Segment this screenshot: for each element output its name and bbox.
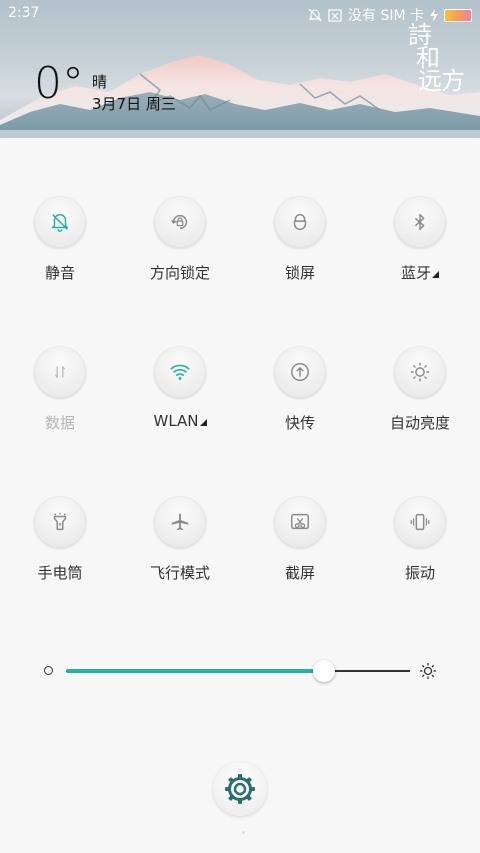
toggle-label-wrap: WLAN: [153, 412, 207, 430]
toggle-rotation-lock[interactable]: 方向锁定: [120, 196, 240, 306]
toggle-mobile-data[interactable]: 数据: [0, 346, 120, 456]
wifi-icon: [170, 364, 190, 380]
auto-brightness-icon: [410, 362, 430, 382]
toggle-bluetooth[interactable]: 蓝牙: [360, 196, 480, 306]
page-indicator: [242, 831, 245, 834]
settings-button[interactable]: [213, 762, 267, 816]
toggle-auto-brightness[interactable]: 自动亮度: [360, 346, 480, 456]
brightness-low-icon: [44, 666, 53, 675]
toggle-screenshot-button[interactable]: [274, 496, 326, 548]
toggle-quick-transfer[interactable]: 快传: [240, 346, 360, 456]
mobile-data-icon: [54, 366, 66, 378]
status-time: 2:37: [8, 5, 40, 21]
toggle-rotation-lock-button[interactable]: [154, 196, 206, 248]
lock-icon: [293, 214, 307, 230]
weather-date: 3月7日 周三: [92, 95, 176, 113]
weather-temperature[interactable]: 0°: [34, 62, 84, 106]
calligraphy-char: 方: [441, 67, 465, 95]
toggle-flashlight-button[interactable]: [34, 496, 86, 548]
toggle-label: 振动: [404, 564, 435, 582]
toggle-label: 蓝牙: [400, 264, 431, 282]
airplane-icon: [171, 513, 189, 531]
brightness-thumb[interactable]: [313, 660, 335, 682]
toggle-silent[interactable]: 静音: [0, 196, 120, 306]
toggle-airplane-mode-button[interactable]: [154, 496, 206, 548]
quick-transfer-icon: [291, 363, 309, 381]
toggle-bluetooth-button[interactable]: [394, 196, 446, 248]
vibrate-icon: [410, 513, 430, 531]
toggle-vibrate[interactable]: 振动: [360, 496, 480, 606]
toggle-auto-brightness-button[interactable]: [394, 346, 446, 398]
sim-x-icon: [328, 8, 342, 22]
toggle-silent-button[interactable]: [34, 196, 86, 248]
toggle-label: 自动亮度: [389, 414, 450, 432]
toggle-wlan[interactable]: WLAN: [120, 346, 240, 456]
status-icons: 没有 SIM 卡: [308, 5, 472, 25]
notification-header: 2:37 没有 SIM 卡 0° 晴 3月7日 周三 詩 和 远 方: [0, 0, 480, 138]
brightness-fill: [66, 669, 324, 673]
toggle-airplane-mode[interactable]: 飞行模式: [120, 496, 240, 606]
battery-icon: [444, 8, 472, 22]
rotation-lock-icon: [171, 214, 188, 230]
toggle-label: 数据: [44, 414, 75, 432]
toggle-label: 手电筒: [37, 564, 83, 582]
brightness-high-icon: [420, 663, 436, 679]
screenshot-icon: [291, 513, 309, 530]
bell-off-icon: [51, 214, 69, 232]
flashlight-icon: [53, 512, 67, 531]
toggle-screenshot[interactable]: 截屏: [240, 496, 360, 606]
toggle-label: 方向锁定: [149, 264, 210, 282]
toggle-lock-screen[interactable]: 锁屏: [240, 196, 360, 306]
calligraphy-char: 远: [418, 67, 442, 95]
submenu-indicator-icon: [199, 419, 207, 426]
brightness-slider[interactable]: [40, 650, 450, 690]
gear-icon: [225, 774, 255, 804]
charging-icon: [430, 8, 438, 22]
toggle-vibrate-button[interactable]: [394, 496, 446, 548]
bell-off-icon: [308, 8, 322, 22]
toggle-label-wrap: 蓝牙: [401, 262, 439, 283]
toggle-label: 快传: [284, 414, 315, 432]
toggle-flashlight[interactable]: 手电筒: [0, 496, 120, 606]
weather-condition: 晴: [92, 73, 108, 91]
toggle-mobile-data-button[interactable]: [34, 346, 86, 398]
toggle-label: 飞行模式: [149, 564, 210, 582]
toggle-quick-transfer-button[interactable]: [274, 346, 326, 398]
toggle-label: 静音: [44, 264, 75, 282]
quick-settings-panel: 静音 方向锁定 锁屏 蓝牙 数据 WLAN 快传 自动亮度 手电筒 飞行模式 截…: [0, 138, 480, 853]
toggle-label: 锁屏: [284, 264, 315, 282]
toggle-label: WLAN: [153, 412, 199, 430]
toggle-label: 截屏: [284, 564, 315, 582]
bluetooth-icon: [414, 213, 425, 231]
toggle-wlan-button[interactable]: [154, 346, 206, 398]
toggle-lock-screen-button[interactable]: [274, 196, 326, 248]
submenu-indicator-icon: [432, 271, 439, 278]
